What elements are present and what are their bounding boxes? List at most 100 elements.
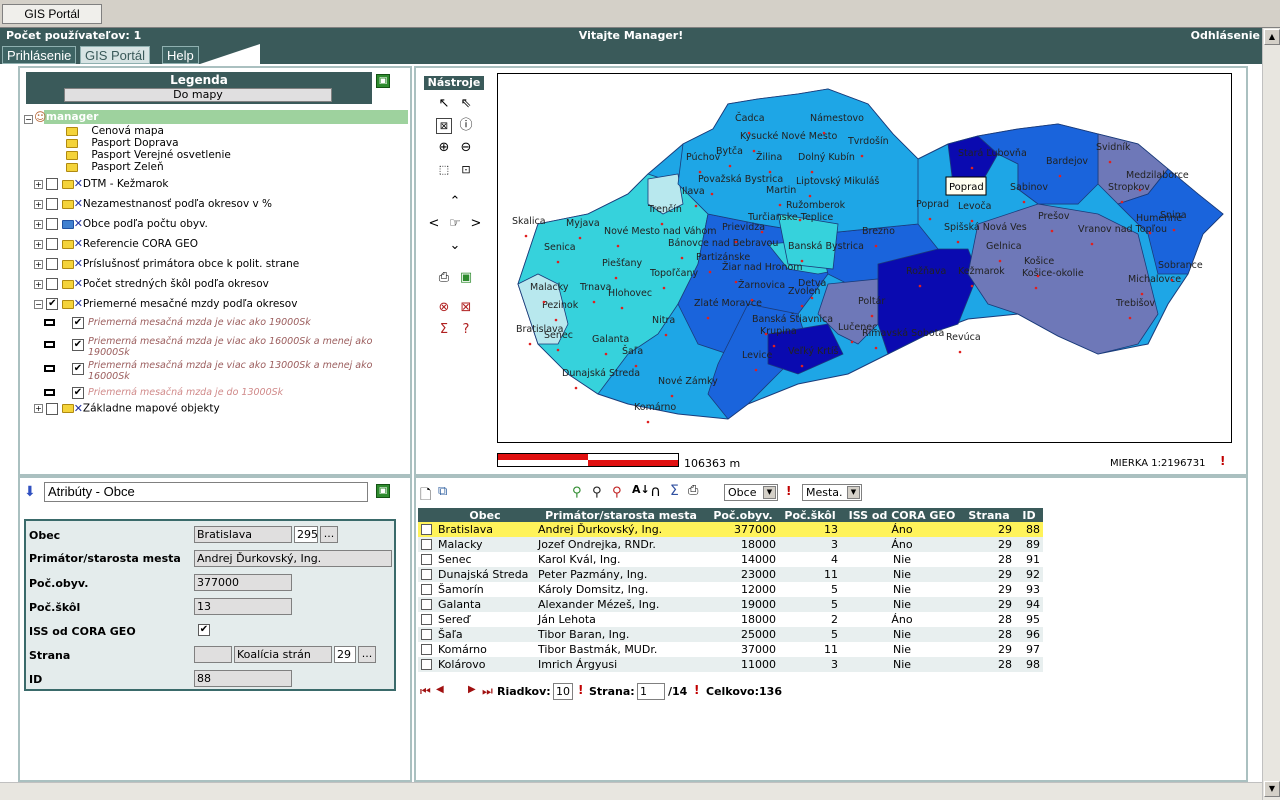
map-town-point[interactable] <box>956 240 960 244</box>
map-town-point[interactable] <box>542 300 546 304</box>
legend-checkbox[interactable]: ✔ <box>72 339 84 351</box>
map-town-point[interactable] <box>768 170 772 174</box>
row-checkbox[interactable] <box>421 629 432 640</box>
copy-icon[interactable]: ⧉ <box>438 484 447 499</box>
map-town-point[interactable] <box>760 230 764 234</box>
row-checkbox[interactable] <box>421 584 432 595</box>
save-attributes-icon[interactable]: ▣ <box>376 484 390 498</box>
col-header-obec[interactable]: Obec <box>435 508 535 522</box>
table-row[interactable]: Komárno Tibor Bastmák, MUDr. 37000 11 Nie 29 9… <box>418 642 1043 657</box>
collapse-icon[interactable]: − <box>34 299 43 309</box>
map-town-point[interactable] <box>800 364 804 368</box>
expand-icon[interactable]: + <box>34 199 43 209</box>
info-icon[interactable]: ⓘ <box>458 118 474 134</box>
table-row[interactable]: Malacky Jozef Ondrejka, RNDr. 18000 3 Áno 29 8… <box>418 537 1043 552</box>
map-town-point[interactable] <box>554 318 558 322</box>
row-checkbox-cell[interactable] <box>418 552 435 567</box>
id-field[interactable]: 88 <box>194 670 292 687</box>
pan-down-icon[interactable]: ⌄ <box>447 238 463 254</box>
tree-root-collapse-icon[interactable]: − <box>24 112 33 125</box>
export-icon[interactable]: ⊠ <box>458 300 474 316</box>
schools-field[interactable]: 13 <box>194 598 292 615</box>
map-town-point[interactable] <box>800 259 804 263</box>
col-header-party[interactable]: Strana <box>963 508 1015 522</box>
map-town-point[interactable] <box>1170 278 1174 282</box>
row-checkbox-cell[interactable] <box>418 537 435 552</box>
layer-item-references[interactable]: + ✕Referencie CORA GEO <box>34 234 299 254</box>
row-checkbox-cell[interactable] <box>418 657 435 672</box>
map-town-point[interactable] <box>850 340 854 344</box>
row-checkbox[interactable] <box>421 539 432 550</box>
table-row[interactable]: Senec Karol Kvál, Ing. 14000 4 Nie 28 91 <box>418 552 1043 567</box>
layer-item-base-objects[interactable]: + ✕Základne mapové objekty <box>34 402 220 415</box>
save-legend-icon[interactable]: ▣ <box>376 74 390 88</box>
row-checkbox[interactable] <box>421 659 432 670</box>
map-town-point[interactable] <box>772 344 776 348</box>
rows-input[interactable]: 10 <box>553 683 573 700</box>
table-row[interactable]: Šaľa Tibor Baran, Ing. 25000 5 Nie 28 96 <box>418 627 1043 642</box>
table-row[interactable]: Galanta Alexander Mézeš, Ing. 19000 5 Nie 29 9… <box>418 597 1043 612</box>
map-town-point[interactable] <box>1022 200 1026 204</box>
table-row[interactable]: Sereď Ján Lehota 18000 2 Áno 28 95 <box>418 612 1043 627</box>
map-town-point[interactable] <box>1050 229 1054 233</box>
layer-checkbox[interactable] <box>46 258 59 270</box>
folder-item[interactable]: Cenová mapa <box>66 125 231 137</box>
expand-icon[interactable]: + <box>34 259 43 269</box>
scale-warning-icon[interactable]: ! <box>1220 454 1225 468</box>
map-town-point[interactable] <box>1036 274 1040 278</box>
layer-item-mayor-party[interactable]: + ✕Príslušnosť primátora obce k polit. s… <box>34 254 299 274</box>
col-header-id[interactable]: ID <box>1015 508 1043 522</box>
map-town-point[interactable] <box>808 194 812 198</box>
map-town-point[interactable] <box>800 304 804 308</box>
map-town-point[interactable] <box>664 333 668 337</box>
table-row[interactable]: Bratislava Andrej Ďurkovský, Ing. 377000 13… <box>418 522 1043 537</box>
pan-left-icon[interactable]: < <box>426 216 442 232</box>
map-town-point[interactable] <box>728 164 732 168</box>
folder-item[interactable]: Pasport Zeleň <box>66 161 231 173</box>
map-town-point[interactable] <box>874 346 878 350</box>
sort-az-icon[interactable]: A↓ <box>632 483 650 496</box>
row-checkbox[interactable] <box>421 524 432 535</box>
layer-item-wages[interactable]: − ✔ ✕Priemerné mesačné mzdy podľa okreso… <box>34 294 299 314</box>
tab-help[interactable]: Help <box>162 46 199 64</box>
sum-icon[interactable]: Σ <box>670 483 679 499</box>
select-multi-arrow-icon[interactable]: ⇖ <box>458 96 474 112</box>
sum-query-icon[interactable]: Σ <box>436 322 452 338</box>
expand-icon[interactable]: + <box>34 179 43 189</box>
row-checkbox-cell[interactable] <box>418 627 435 642</box>
zoom-in-icon[interactable]: ⊕ <box>436 140 452 156</box>
print-icon[interactable]: ⎙ <box>436 270 452 286</box>
map-town-point[interactable] <box>646 420 650 424</box>
map-town-point[interactable] <box>706 316 710 320</box>
col-header-schools[interactable]: Poč.škôl <box>779 508 841 522</box>
legend-checkbox[interactable]: ✔ <box>72 363 84 375</box>
table-row[interactable]: Šamorín Károly Domsitz, Ing. 12000 5 Nie 29 93 <box>418 582 1043 597</box>
tree-root[interactable]: manager <box>44 110 408 124</box>
clear-find-icon[interactable]: ⚲ <box>612 485 622 500</box>
new-document-icon[interactable]: 🗋 <box>420 484 431 508</box>
map-town-point[interactable] <box>764 332 768 336</box>
map-town-point[interactable] <box>1058 174 1062 178</box>
layer-checkbox[interactable]: ✔ <box>46 298 59 310</box>
table-row[interactable]: Dunajská Streda Peter Pazmány, Ing. 23000 1… <box>418 567 1043 582</box>
layer-checkbox[interactable] <box>46 402 59 415</box>
zoom-extent-icon[interactable]: ⊠ <box>436 118 452 134</box>
measure-icon[interactable]: ⊗ <box>436 300 452 316</box>
party-browse-button[interactable]: ... <box>358 646 376 663</box>
map-town-point[interactable] <box>810 170 814 174</box>
layer-checkbox[interactable] <box>46 278 59 290</box>
folder-item[interactable]: Pasport Doprava <box>66 137 231 149</box>
map-town-point[interactable] <box>578 236 582 240</box>
pan-hand-icon[interactable]: ☞ <box>447 216 463 232</box>
gis-portal-window-tab[interactable]: GIS Portál <box>2 4 102 24</box>
first-page-icon[interactable]: ⏮ <box>420 684 431 699</box>
map-town-point[interactable] <box>958 350 962 354</box>
map-town-point[interactable] <box>616 244 620 248</box>
pan-right-icon[interactable]: > <box>468 216 484 232</box>
mayor-field[interactable]: Andrej Ďurkovský, Ing. <box>194 550 392 567</box>
map-town-point[interactable] <box>556 348 560 352</box>
map-town-point[interactable] <box>634 364 638 368</box>
select-arrow-icon[interactable]: ↖ <box>436 96 452 112</box>
row-checkbox-cell[interactable] <box>418 597 435 612</box>
page-input[interactable]: 1 <box>637 683 665 700</box>
